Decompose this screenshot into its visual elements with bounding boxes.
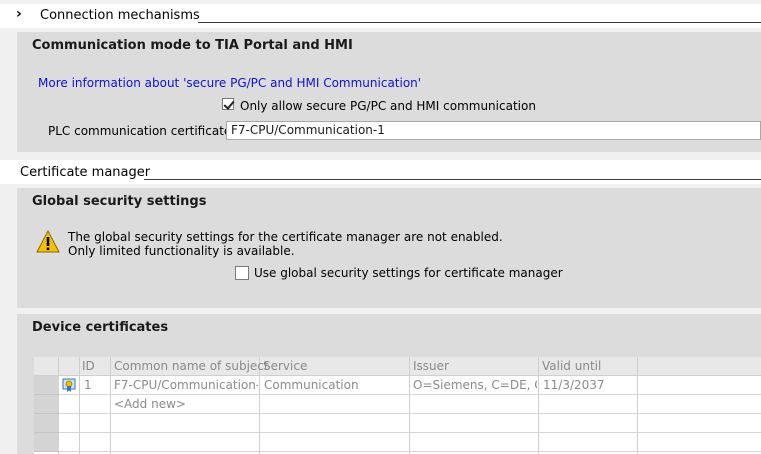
only-secure-communication-checkbox[interactable] (222, 98, 234, 110)
column-header-issuer[interactable]: Issuer (413, 359, 449, 373)
cell-issuer: O=Siemens, C=DE, C... (413, 378, 537, 392)
expand-chevron-icon[interactable]: › (16, 6, 22, 22)
column-header-common-name[interactable]: Common name of subject (114, 359, 269, 373)
communication-mode-panel: Communication mode to TIA Portal and HMI… (17, 32, 761, 152)
plc-certificate-label: PLC communication certificate: (48, 124, 236, 138)
cell-common-name: F7-CPU/Communication-1 (114, 378, 258, 392)
section-divider (198, 22, 761, 23)
cell-id: 1 (84, 378, 92, 392)
connection-mechanisms-header[interactable]: › Connection mechanisms (0, 4, 761, 28)
use-global-security-checkbox[interactable] (235, 266, 249, 280)
warning-text-line2: Only limited functionality is available. (68, 244, 295, 258)
connection-mechanisms-title: Connection mechanisms (40, 8, 200, 23)
row-selector[interactable] (34, 395, 59, 414)
warning-triangle-icon (36, 230, 60, 253)
global-security-panel: Global security settings The global secu… (17, 188, 761, 308)
plc-certificate-field[interactable]: F7-CPU/Communication-1 (226, 121, 761, 140)
row-selector[interactable] (34, 414, 59, 433)
cell-service: Communication (264, 378, 359, 392)
use-global-security-label: Use global security settings for certifi… (254, 266, 563, 280)
add-new-cell[interactable]: <Add new> (114, 397, 186, 411)
column-header-service[interactable]: Service (263, 359, 307, 373)
add-new-row[interactable]: <Add new> (34, 395, 761, 414)
table-row[interactable]: 1 F7-CPU/Communication-1 Communication O… (34, 376, 761, 395)
device-certificates-title: Device certificates (32, 320, 169, 335)
row-selector[interactable] (34, 376, 59, 395)
communication-mode-title: Communication mode to TIA Portal and HMI (32, 38, 353, 53)
empty-row[interactable] (34, 433, 761, 452)
secure-communication-info-link[interactable]: More information about 'secure PG/PC and… (38, 76, 421, 90)
certificate-manager-title: Certificate manager (20, 165, 151, 180)
certificate-icon (62, 378, 76, 392)
cell-valid-until: 11/3/2037 (543, 378, 605, 392)
global-security-title: Global security settings (32, 194, 207, 209)
section-divider (144, 179, 761, 180)
empty-row[interactable] (34, 414, 761, 433)
warning-text-line1: The global security settings for the cer… (68, 230, 503, 244)
device-certificates-table: ID Common name of subject Service Issuer… (34, 357, 761, 454)
certificate-manager-header[interactable]: Certificate manager (0, 160, 761, 184)
column-header-valid-until[interactable]: Valid until (542, 359, 601, 373)
row-selector[interactable] (34, 433, 59, 452)
only-secure-communication-label: Only allow secure PG/PC and HMI communic… (240, 99, 536, 113)
column-header-id[interactable]: ID (82, 359, 95, 373)
